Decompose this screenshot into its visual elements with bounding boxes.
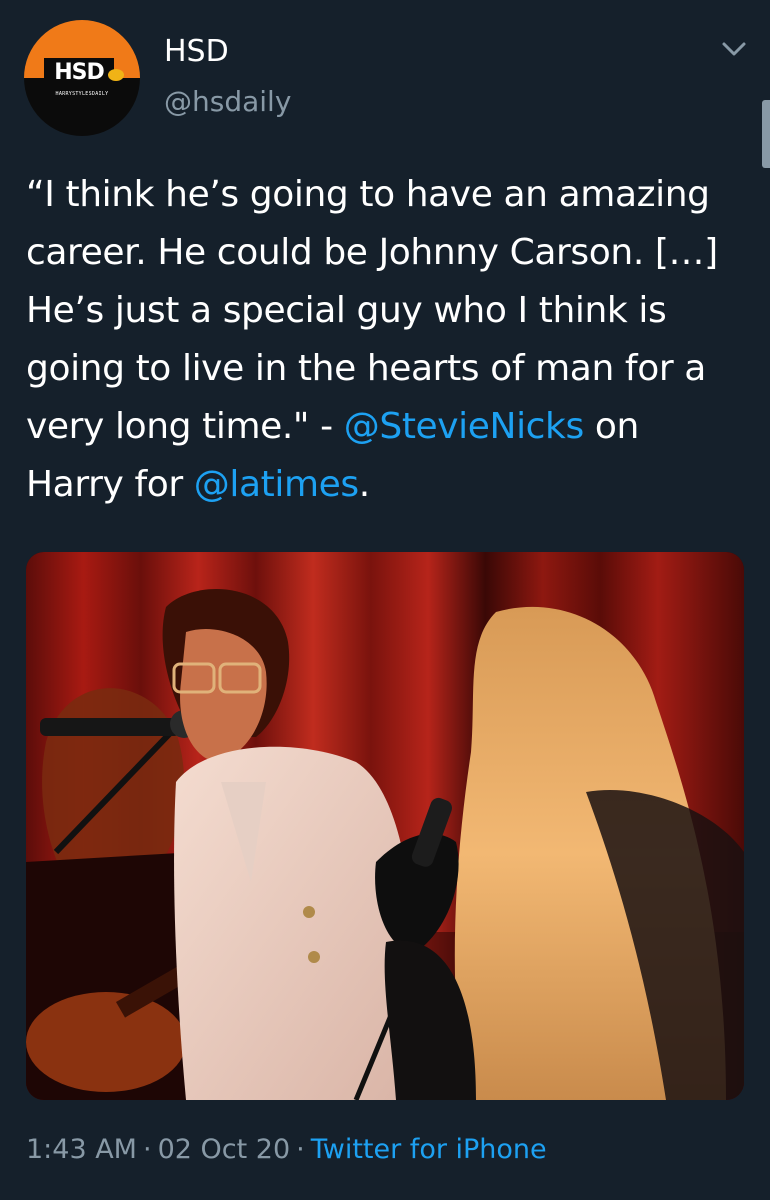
tweet-date: 02 Oct 20 [157, 1134, 291, 1165]
avatar-logo-subtext: HARRYSTYLESDAILY [55, 91, 109, 97]
tweet-time: 1:43 AM [26, 1134, 137, 1165]
tweet-text-part: . [358, 464, 370, 505]
avatar[interactable]: HSD HARRYSTYLESDAILY [24, 20, 140, 136]
meta-separator: · [142, 1134, 152, 1165]
scroll-indicator[interactable] [762, 100, 770, 168]
display-name[interactable]: HSD [164, 34, 229, 70]
mention-link-latimes[interactable]: @latimes [194, 464, 359, 505]
user-handle[interactable]: @hsdaily [164, 84, 291, 120]
tweet-meta: 1:43 AM · 02 Oct 20 · Twitter for iPhone [26, 1130, 547, 1170]
chevron-down-icon [722, 42, 746, 56]
tweet-source-link[interactable]: Twitter for iPhone [311, 1134, 547, 1165]
avatar-logo: HSD [44, 58, 114, 88]
meta-separator: · [296, 1134, 305, 1165]
tweet-text: “I think he’s going to have an amazing c… [26, 166, 746, 514]
concert-photo [26, 552, 744, 1100]
mention-link-stevienicks[interactable]: @StevieNicks [344, 406, 585, 447]
tweet-menu-button[interactable] [712, 34, 756, 64]
avatar-logo-dot [108, 69, 124, 81]
tweet-photo[interactable] [26, 552, 744, 1100]
